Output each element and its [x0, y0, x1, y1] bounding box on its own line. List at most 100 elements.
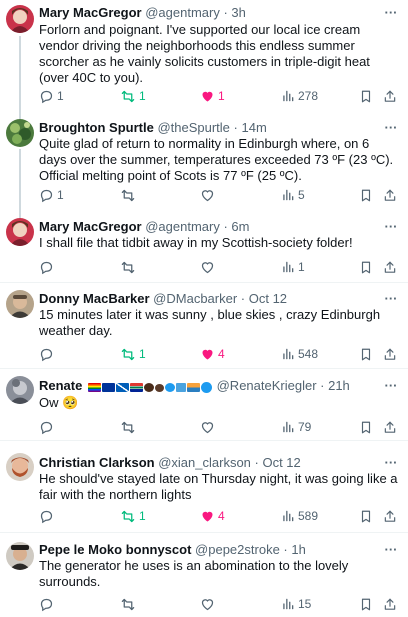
more-icon[interactable]: ···	[384, 6, 398, 22]
author-name[interactable]: Broughton Spurtle	[39, 120, 154, 135]
author-handle[interactable]: @agentmary	[145, 5, 220, 20]
avatar[interactable]	[6, 376, 34, 404]
avatar[interactable]	[6, 453, 34, 481]
share-button[interactable]	[383, 258, 397, 276]
retweet-button[interactable]	[120, 418, 139, 436]
retweet-button[interactable]	[120, 186, 139, 204]
author-handle[interactable]: @RenateKriegler	[217, 378, 317, 393]
tweet[interactable]: Christian Clarkson @xian_clarkson · Oct …	[0, 441, 408, 529]
more-icon[interactable]: ···	[384, 379, 398, 395]
bookmark-icon	[359, 509, 373, 524]
tweet-text: Forlorn and poignant. I've supported our…	[39, 22, 370, 85]
share-icon	[383, 347, 397, 362]
reply-button[interactable]: 1	[39, 87, 64, 105]
bookmark-button[interactable]	[359, 418, 373, 436]
bookmark-button[interactable]	[359, 345, 373, 363]
tweet-time[interactable]: · 21h	[320, 378, 350, 393]
tweet[interactable]: Mary MacGregor @agentmary · 6m ··· I sha…	[0, 211, 408, 283]
more-icon[interactable]: ···	[384, 220, 398, 236]
tweet-actions: 15	[39, 186, 400, 204]
views-button[interactable]: 589	[281, 507, 318, 525]
author-name[interactable]: Pepe le Moko bonnyscot	[39, 542, 191, 557]
views-button[interactable]: 278	[281, 87, 318, 105]
like-button[interactable]	[200, 258, 218, 276]
author-name[interactable]: Renate	[39, 378, 82, 393]
views-button[interactable]: 79	[281, 418, 311, 436]
views-button[interactable]: 548	[281, 345, 318, 363]
tweet-text: 15 minutes later it was sunny , blue ski…	[39, 307, 381, 338]
views-button[interactable]: 15	[281, 595, 311, 613]
avatar[interactable]	[6, 218, 34, 246]
bookmark-button[interactable]	[359, 595, 373, 613]
author-handle[interactable]: @xian_clarkson	[158, 455, 251, 470]
retweet-icon	[120, 260, 136, 275]
tweet[interactable]: Pepe le Moko bonnyscot @pepe2stroke · 1h…	[0, 529, 408, 617]
tweet-time[interactable]: · Oct 12	[255, 455, 301, 470]
tweet[interactable]: Renate @RenateKriegler · 21h ··· Ow 🥺 79	[0, 369, 408, 441]
author-name[interactable]: Donny MacBarker	[39, 291, 150, 306]
share-button[interactable]	[383, 507, 397, 525]
author-name[interactable]: Mary MacGregor	[39, 219, 142, 234]
tweet-time[interactable]: · Oct 12	[241, 291, 287, 306]
tweet-time[interactable]: · 1h	[283, 542, 305, 557]
views-icon	[281, 89, 295, 103]
author-handle[interactable]: @DMacbarker	[153, 291, 237, 306]
avatar[interactable]	[6, 119, 34, 147]
retweet-button[interactable]	[120, 258, 139, 276]
reply-button[interactable]: 1	[39, 186, 64, 204]
tweet-header: Donny MacBarker @DMacbarker · Oct 12	[39, 290, 380, 308]
author-name[interactable]: Mary MacGregor	[39, 5, 142, 20]
reply-button[interactable]	[39, 595, 57, 613]
views-button[interactable]: 5	[281, 186, 305, 204]
retweet-button[interactable]: 1	[120, 507, 146, 525]
bookmark-icon	[359, 89, 373, 104]
bookmark-button[interactable]	[359, 507, 373, 525]
like-button[interactable]: 4	[200, 345, 225, 363]
like-button[interactable]: 4	[200, 507, 225, 525]
tweet[interactable]: Donny MacBarker @DMacbarker · Oct 12 ···…	[0, 283, 408, 369]
like-button[interactable]	[200, 595, 218, 613]
like-button[interactable]	[200, 186, 218, 204]
author-handle[interactable]: @agentmary	[145, 219, 220, 234]
avatar[interactable]	[6, 290, 34, 318]
more-icon[interactable]: ···	[384, 292, 398, 308]
bookmark-button[interactable]	[359, 87, 373, 105]
views-button[interactable]: 1	[281, 258, 305, 276]
retweet-button[interactable]: 1	[120, 87, 146, 105]
tweet-header: Mary MacGregor @agentmary · 6m	[39, 218, 380, 236]
tweet-time[interactable]: · 3h	[223, 5, 245, 20]
reply-button[interactable]	[39, 345, 57, 363]
reply-icon	[39, 597, 54, 612]
author-handle[interactable]: @theSpurtle	[157, 120, 229, 135]
tweet-text: Quite glad of return to normality in Edi…	[39, 136, 394, 183]
tweet[interactable]: Mary MacGregor @agentmary · 3h ··· Forlo…	[0, 0, 408, 112]
tweet[interactable]: Broughton Spurtle @theSpurtle · 14m ··· …	[0, 112, 408, 211]
retweet-button[interactable]	[120, 595, 139, 613]
like-button[interactable]: 1	[200, 87, 225, 105]
share-button[interactable]	[383, 418, 397, 436]
share-button[interactable]	[383, 345, 397, 363]
bookmark-button[interactable]	[359, 258, 373, 276]
author-name[interactable]: Christian Clarkson	[39, 455, 155, 470]
tweet-time[interactable]: · 14m	[234, 120, 267, 135]
more-icon[interactable]: ···	[384, 543, 398, 559]
more-icon[interactable]: ···	[384, 121, 398, 137]
bookmark-icon	[359, 420, 373, 435]
share-button[interactable]	[383, 595, 397, 613]
more-icon[interactable]: ···	[384, 456, 398, 472]
share-button[interactable]	[383, 87, 397, 105]
avatar[interactable]	[6, 542, 34, 570]
reply-button[interactable]	[39, 258, 57, 276]
tweet-header: Pepe le Moko bonnyscot @pepe2stroke · 1h	[39, 541, 380, 559]
share-button[interactable]	[383, 186, 397, 204]
like-button[interactable]	[200, 418, 218, 436]
views-icon	[281, 509, 295, 523]
retweet-button[interactable]: 1	[120, 345, 146, 363]
bookmark-icon	[359, 347, 373, 362]
author-handle[interactable]: @pepe2stroke	[195, 542, 280, 557]
avatar[interactable]	[6, 5, 34, 33]
tweet-time[interactable]: · 6m	[223, 219, 249, 234]
reply-button[interactable]	[39, 418, 57, 436]
reply-button[interactable]	[39, 507, 57, 525]
bookmark-button[interactable]	[359, 186, 373, 204]
